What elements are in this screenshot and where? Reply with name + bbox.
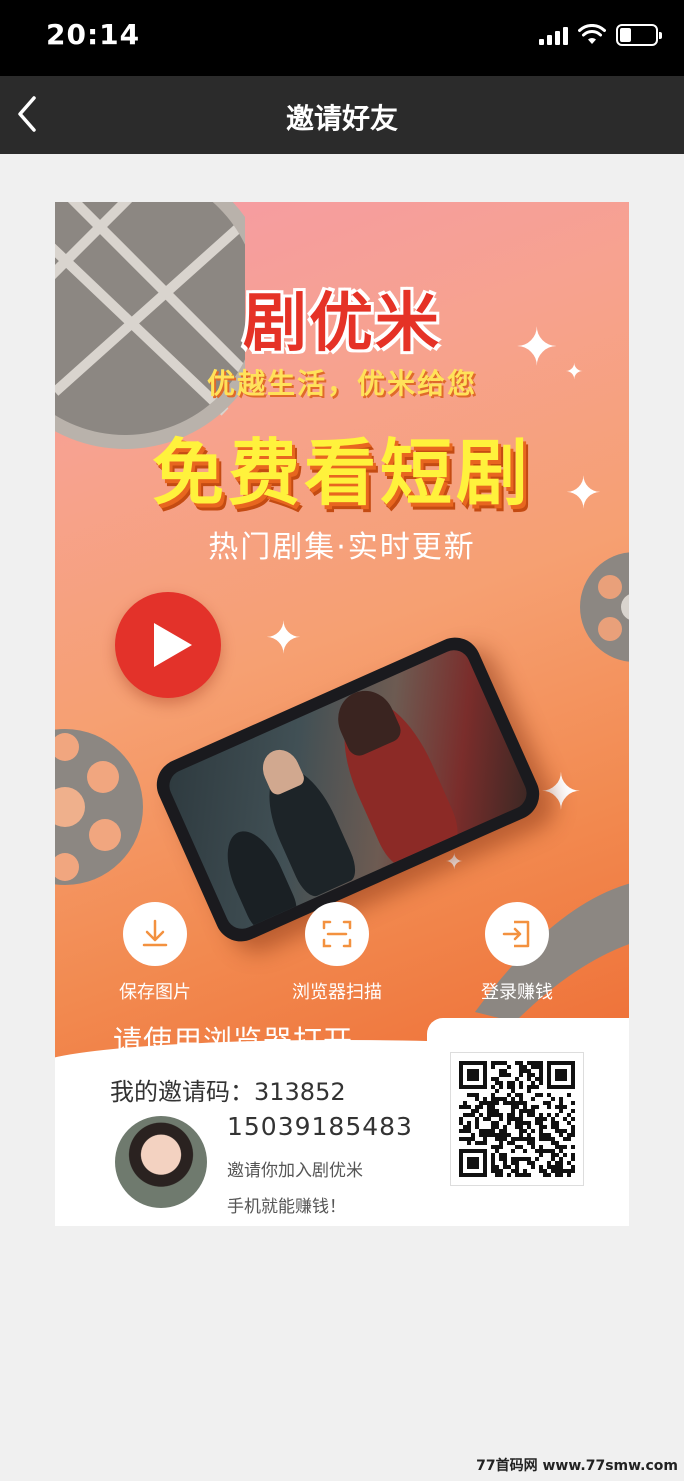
sparkle-icon: ✦: [565, 360, 584, 385]
wifi-icon: [578, 24, 606, 44]
sparkle-icon: ✦: [540, 763, 582, 821]
status-icons: [539, 24, 662, 46]
watermark: 77首码网 www.77smw.com: [476, 1458, 678, 1474]
save-image-button[interactable]: 保存图片: [85, 902, 225, 1004]
invite-code: 我的邀请码：313852: [110, 1078, 346, 1106]
qr-code-image: [459, 1061, 575, 1177]
save-image-label: 保存图片: [119, 982, 191, 1003]
scan-icon: [322, 920, 352, 948]
avatar: [115, 1116, 207, 1208]
login-earn-button[interactable]: 登录赚钱: [447, 902, 587, 1004]
download-icon: [142, 919, 168, 947]
film-reel-icon: [55, 729, 143, 885]
sparkle-icon: ✦: [515, 318, 559, 378]
inviter-phone: 15039185483: [227, 1112, 413, 1141]
login-icon: [502, 920, 530, 948]
qr-code[interactable]: [450, 1052, 584, 1186]
earn-message: 手机就能赚钱！: [227, 1197, 346, 1217]
status-time: 20:14: [46, 18, 141, 51]
login-earn-label: 登录赚钱: [481, 982, 553, 1003]
nav-bar: 邀请好友: [0, 76, 684, 154]
subline: 热门剧集·实时更新: [208, 530, 476, 565]
open-in-browser-hint: 请使用浏览器打开: [113, 1024, 354, 1058]
invite-poster: 剧优米 优越生活，优米给您 免费看短剧 热门剧集·实时更新 ✦ ✦ ✦ ✦ ✦ …: [55, 202, 629, 1226]
browser-scan-button[interactable]: 浏览器扫描: [267, 902, 407, 1004]
sparkle-icon: ✦: [445, 850, 464, 875]
page-title: 邀请好友: [285, 102, 398, 135]
cellular-signal-icon: [539, 25, 568, 45]
play-icon: [115, 592, 221, 698]
status-bar: 20:14: [0, 0, 684, 76]
browser-scan-label: 浏览器扫描: [292, 982, 382, 1003]
sparkle-icon: ✦: [565, 468, 602, 519]
headline: 免费看短剧: [151, 431, 532, 515]
battery-icon: [616, 24, 662, 46]
invite-message: 邀请你加入剧优米: [227, 1161, 363, 1181]
sparkle-icon: ✦: [265, 613, 302, 664]
